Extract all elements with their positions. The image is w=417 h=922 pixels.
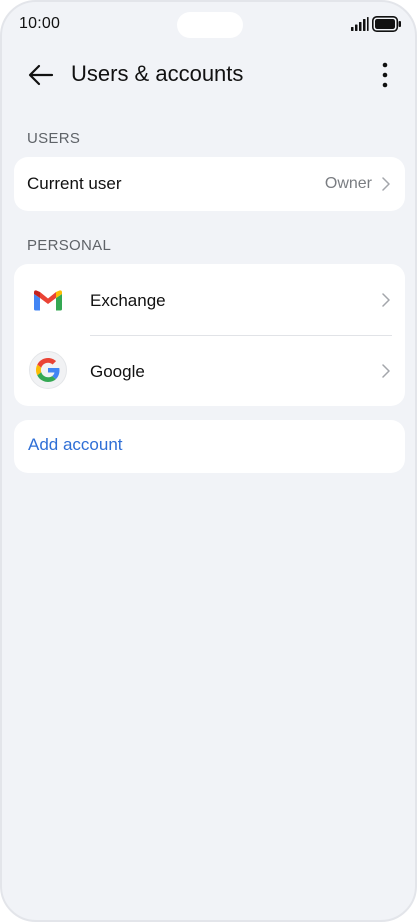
current-user-row[interactable]: Current user Owner	[14, 157, 405, 211]
users-card: Current user Owner	[14, 157, 405, 211]
status-bar: 10:00	[2, 2, 415, 48]
chevron-right-icon	[382, 177, 390, 191]
camera-cutout	[177, 12, 243, 38]
more-options-button[interactable]	[370, 58, 400, 92]
page-title: Users & accounts	[71, 61, 244, 86]
account-label-exchange: Exchange	[90, 291, 166, 310]
arrow-left-icon	[28, 64, 54, 86]
chevron-right-icon	[382, 364, 390, 378]
gmail-icon	[29, 281, 67, 319]
personal-section-header: PERSONAL	[27, 237, 112, 254]
status-time: 10:00	[19, 15, 61, 32]
current-user-value: Owner	[324, 175, 372, 192]
app-bar: Users & accounts	[2, 52, 415, 98]
battery-icon	[372, 16, 401, 32]
google-icon	[29, 351, 67, 389]
add-account-label: Add account	[28, 435, 123, 454]
more-vertical-icon	[382, 62, 388, 88]
current-user-label: Current user	[27, 174, 122, 193]
account-row-exchange[interactable]: Exchange	[14, 264, 405, 335]
account-row-google[interactable]: Google	[14, 335, 405, 406]
personal-card: Exchange Google	[14, 264, 405, 406]
signal-icon	[351, 17, 369, 31]
phone-frame: 10:00 Users & accounts USERS Current use…	[0, 0, 417, 922]
account-label-google: Google	[90, 362, 145, 381]
add-account-button[interactable]: Add account	[14, 420, 405, 473]
back-button[interactable]	[24, 59, 58, 91]
users-section-header: USERS	[27, 130, 81, 147]
chevron-right-icon	[382, 293, 390, 307]
